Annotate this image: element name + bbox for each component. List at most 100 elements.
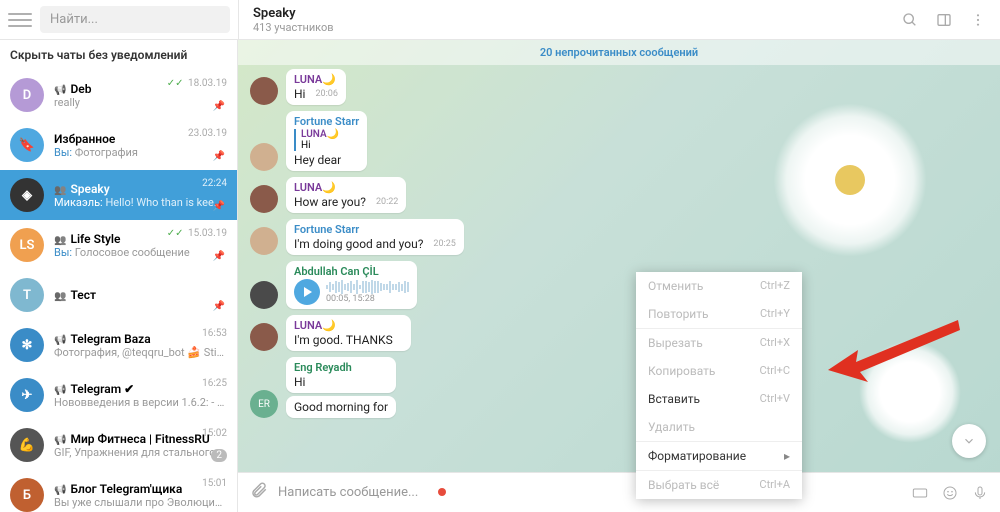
chat-list-item[interactable]: D Deb really ✓✓ 18.03.19 📌 — [0, 70, 237, 120]
message-bubble[interactable]: Fortune StarrLUNA🌙Hi Hey dear — [286, 111, 367, 171]
scroll-to-bottom-button[interactable] — [952, 424, 986, 458]
chat-snippet: Вы: Фотография — [54, 146, 227, 159]
chat-snippet: Нововведения в версии 1.6.2: - Вы м... — [54, 396, 227, 409]
chat-list-item[interactable]: ✈ Telegram ✔ Нововведения в версии 1.6.2… — [0, 370, 237, 420]
chat-list-item[interactable]: 💪 Мир Фитнеса | FitnessRU GIF, Упражнени… — [0, 420, 237, 470]
chat-avatar: Б — [10, 478, 44, 512]
context-menu-item: ПовторитьCtrl+Y — [636, 300, 802, 328]
sender-name[interactable]: LUNA🌙 — [294, 319, 403, 332]
voice-duration: 00:05, 15:28 — [326, 294, 409, 304]
message-time: 20:22 — [376, 197, 398, 207]
chat-list-item[interactable]: 🔖 Избранное Вы: Фотография 23.03.19 📌 — [0, 120, 237, 170]
sender-name[interactable]: Abdullah Can ÇİL — [294, 265, 409, 278]
read-check-icon: ✓✓ — [167, 228, 184, 239]
chat-snippet: Вы уже слышали про Эволюцио... — [54, 496, 227, 509]
group-icon — [54, 232, 66, 246]
message-avatar[interactable] — [250, 77, 278, 105]
keyboard-icon[interactable] — [912, 485, 928, 501]
read-check-icon: ✓✓ — [167, 78, 184, 89]
compose-bar: Написать сообщение... — [238, 472, 1000, 512]
chat-avatar: LS — [10, 228, 44, 262]
message-bubble[interactable]: LUNA🌙Hi20:06 — [286, 69, 346, 105]
channel-icon — [54, 332, 66, 346]
chat-snippet: Фотография, @teqqru_bot 🍰 Sticker... — [54, 346, 227, 359]
chat-time: 23.03.19 — [188, 128, 227, 139]
pin-icon: 📌 — [213, 201, 225, 212]
chat-name: Мир Фитнеса | FitnessRU — [54, 432, 227, 446]
chat-list: Скрыть чаты без уведомлений D Deb really… — [0, 40, 238, 512]
message-avatar[interactable] — [250, 227, 278, 255]
message-text: Hi — [294, 375, 305, 389]
message-bubble[interactable]: Eng ReyadhHi — [286, 357, 396, 393]
chat-messages-area: 20 непрочитанных сообщений LUNA🌙Hi20:06 … — [238, 40, 1000, 512]
chat-snippet: really — [54, 96, 227, 109]
emoji-icon[interactable] — [942, 485, 958, 501]
sender-name[interactable]: LUNA🌙 — [294, 181, 398, 194]
attach-icon[interactable] — [250, 481, 268, 504]
channel-icon — [54, 382, 66, 396]
search-icon[interactable] — [902, 12, 918, 28]
message-text: I'm good. THANKS — [294, 333, 393, 347]
hide-chats-toggle[interactable]: Скрыть чаты без уведомлений — [0, 40, 237, 70]
chat-header-title[interactable]: Speaky — [253, 6, 334, 21]
message-row: Abdullah Can ÇİL 00:05, 15:28 — [250, 261, 988, 309]
chat-name: Telegram ✔ — [54, 382, 227, 396]
chat-list-item[interactable]: Б Блог Telegram'щика Вы уже слышали про … — [0, 470, 237, 512]
sidebar-toggle-icon[interactable] — [936, 12, 952, 28]
channel-icon — [54, 482, 66, 496]
chat-avatar: ✈ — [10, 378, 44, 412]
play-button[interactable] — [294, 279, 320, 305]
context-menu-item: Выбрать всёCtrl+A — [636, 471, 802, 499]
menu-burger-icon[interactable] — [8, 8, 32, 32]
pin-icon: 📌 — [213, 151, 225, 162]
sender-name[interactable]: Fortune Starr — [294, 115, 359, 128]
message-bubble[interactable]: Abdullah Can ÇİL 00:05, 15:28 — [286, 261, 417, 309]
chat-avatar: 🔖 — [10, 128, 44, 162]
message-bubble[interactable]: Good morning for — [286, 396, 396, 418]
chat-avatar: D — [10, 78, 44, 112]
reply-preview[interactable]: LUNA🌙Hi — [294, 129, 359, 151]
context-menu-item[interactable]: ВставитьCtrl+V — [636, 385, 802, 413]
chat-time: 22:24 — [202, 178, 227, 189]
message-input[interactable]: Написать сообщение... — [278, 485, 902, 500]
chat-name: Блог Telegram'щика — [54, 482, 227, 496]
message-text: Hey dear — [294, 153, 341, 167]
message-text: Hi — [294, 87, 305, 101]
message-time: 20:25 — [433, 239, 455, 249]
voice-record-icon[interactable] — [972, 485, 988, 501]
message-avatar[interactable]: ER — [250, 390, 278, 418]
message-bubble[interactable]: LUNA🌙I'm good. THANKS — [286, 315, 411, 351]
chat-snippet: GIF, Упражнения для стального ... — [54, 446, 227, 459]
message-text: How are you? — [294, 195, 366, 209]
unread-messages-banner: 20 непрочитанных сообщений — [238, 40, 1000, 65]
more-icon[interactable] — [970, 12, 986, 28]
message-avatar[interactable] — [250, 281, 278, 309]
unread-badge: 2 — [211, 449, 227, 462]
chat-list-item[interactable]: ◈ Speaky Микаэль: Hello! Who than is kee… — [0, 170, 237, 220]
annotation-arrow — [828, 320, 968, 390]
chat-time: 16:25 — [202, 378, 227, 389]
sender-name[interactable]: Fortune Starr — [294, 223, 456, 236]
sender-name[interactable]: Eng Reyadh — [294, 361, 388, 374]
channel-icon — [54, 432, 66, 446]
pin-icon: 📌 — [213, 301, 225, 312]
channel-icon — [54, 82, 66, 96]
message-bubble[interactable]: LUNA🌙How are you? 20:22 — [286, 177, 406, 213]
pin-icon: 📌 — [213, 251, 225, 262]
voice-waveform[interactable] — [326, 280, 409, 294]
chat-avatar: 💪 — [10, 428, 44, 462]
chat-name: Тест — [54, 288, 227, 302]
message-avatar[interactable] — [250, 323, 278, 351]
message-avatar[interactable] — [250, 143, 278, 171]
chat-list-item[interactable]: Т Тест 📌 — [0, 270, 237, 320]
chat-avatar: ◈ — [10, 178, 44, 212]
chat-avatar: ✻ — [10, 328, 44, 362]
chat-list-item[interactable]: ✻ Telegram Baza Фотография, @teqqru_bot … — [0, 320, 237, 370]
message-bubble[interactable]: Fortune StarrI'm doing good and you?20:2… — [286, 219, 464, 255]
sender-name[interactable]: LUNA🌙 — [294, 73, 338, 86]
search-input[interactable]: Найти... — [40, 6, 230, 33]
chat-snippet: Микаэль: Hello! Who than is keen ... — [54, 196, 227, 209]
message-avatar[interactable] — [250, 185, 278, 213]
chat-list-item[interactable]: LS Life Style Вы: Голосовое сообщение ✓✓… — [0, 220, 237, 270]
context-menu-item[interactable]: Форматирование — [636, 442, 802, 470]
